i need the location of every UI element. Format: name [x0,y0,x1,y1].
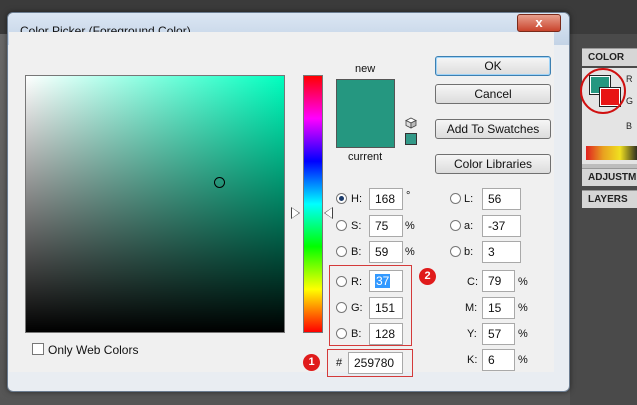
black-label: K: [467,354,478,366]
yellow-field[interactable]: 57 [482,323,515,345]
close-icon: x [535,15,543,30]
adjustments-panel-tab[interactable]: ADJUSTME [582,168,637,186]
cancel-button[interactable]: Cancel [435,84,551,104]
cyan-unit: % [518,276,528,288]
yellow-unit: % [518,328,528,340]
hue-slider-handle-right[interactable] [325,208,332,218]
new-color-label: new [355,63,376,75]
red-radio[interactable] [336,276,347,287]
magenta-field[interactable]: 15 [482,297,515,319]
only-web-colors-label: Only Web Colors [48,343,139,357]
blue-field[interactable]: 128 [369,323,403,345]
cyan-field[interactable]: 79 [482,270,515,292]
saturation-brightness-field[interactable] [25,75,285,333]
yellow-label: Y: [467,328,477,340]
add-to-swatches-button[interactable]: Add To Swatches [435,119,551,139]
websafe-cube-icon[interactable] [405,117,417,129]
lightness-label: L: [464,193,474,205]
websafe-color-swatch[interactable] [405,133,417,145]
blue-label: B: [351,328,362,340]
brightness-field[interactable]: 59 [369,241,403,263]
brightness-label: B: [351,246,362,258]
green-radio[interactable] [336,302,347,313]
a-channel-radio[interactable] [450,220,461,231]
b-channel-field[interactable]: 3 [482,241,521,263]
saturation-label: S: [351,220,362,232]
panel-letter-g: G [626,96,634,106]
green-field[interactable]: 151 [369,297,403,319]
blue-radio[interactable] [336,328,347,339]
red-field-value: 37 [375,274,391,288]
annotation-badge-1: 1 [303,354,320,371]
hue-radio[interactable] [336,193,347,204]
annotation-badge-2: 2 [419,268,436,285]
a-channel-field[interactable]: -37 [482,215,521,237]
lightness-field[interactable]: 56 [482,188,521,210]
b-channel-label: b: [464,246,474,258]
close-button[interactable]: x [517,14,561,32]
cyan-label: C: [467,276,478,288]
lightness-radio[interactable] [450,193,461,204]
color-libraries-button[interactable]: Color Libraries [435,154,551,174]
new-color-swatch [336,79,395,113]
red-field[interactable]: 37 [369,270,403,292]
only-web-colors-checkbox[interactable] [32,343,44,355]
hue-slider[interactable] [303,75,323,333]
black-field[interactable]: 6 [482,349,515,371]
swatch-highlight-circle [580,68,626,114]
red-label: R: [351,276,362,288]
magenta-unit: % [518,302,528,314]
color-ramp[interactable] [586,146,637,160]
hue-label: H: [351,193,362,205]
b-channel-radio[interactable] [450,246,461,257]
panel-letter-r: R [626,74,633,84]
a-channel-label: a: [464,220,474,232]
saturation-field[interactable]: 75 [369,215,403,237]
current-color-swatch[interactable] [336,113,395,148]
hex-field[interactable]: 259780 [348,352,403,374]
magenta-label: M: [465,302,478,314]
green-label: G: [351,302,363,314]
current-color-label: current [348,151,383,163]
ok-button[interactable]: OK [435,56,551,76]
hue-field[interactable]: 168 [369,188,403,210]
brightness-unit: % [405,246,415,258]
saturation-radio[interactable] [336,220,347,231]
brightness-radio[interactable] [336,246,347,257]
layers-panel-tab[interactable]: LAYERS [582,190,637,208]
color-panel-tab[interactable]: COLOR [582,48,637,66]
hue-unit: ° [406,190,411,202]
color-field-marker[interactable] [214,177,225,188]
panel-letter-b: B [626,121,633,131]
saturation-unit: % [405,220,415,232]
black-unit: % [518,354,528,366]
hex-label: # [336,357,343,369]
hue-slider-handle-left[interactable] [292,208,299,218]
